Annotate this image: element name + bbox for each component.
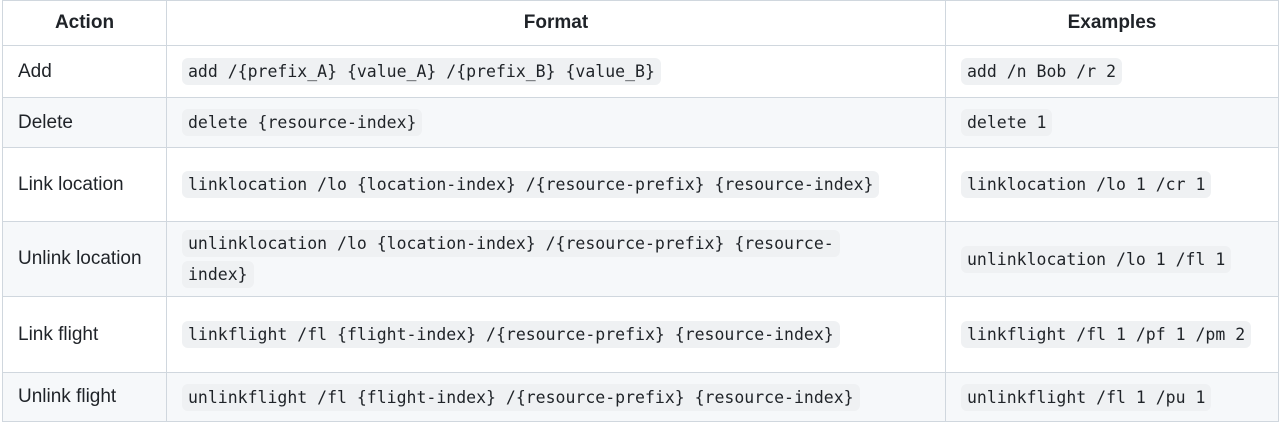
table-header: Action Format Examples — [2, 0, 1279, 46]
action-cell: Link location — [2, 147, 167, 222]
example-code: linkflight /fl 1 /pf 1 /pm 2 — [961, 321, 1252, 348]
header-examples: Examples — [945, 0, 1279, 46]
table-row: Unlink flight unlinkflight /fl {flight-i… — [2, 372, 1279, 422]
format-code: linklocation /lo {location-index} /{reso… — [182, 171, 880, 198]
header-row: Action Format Examples — [2, 0, 1279, 46]
action-cell: Delete — [2, 97, 167, 148]
example-cell: unlinklocation /lo 1 /fl 1 — [945, 221, 1279, 297]
header-format: Format — [166, 0, 946, 46]
example-code: add /n Bob /r 2 — [961, 58, 1123, 85]
format-code: unlinklocation /lo {location-index} /{re… — [182, 230, 840, 288]
format-code: unlinkflight /fl {flight-index} /{resour… — [182, 383, 860, 411]
table-row: Add add /{prefix_A} {value_A} /{prefix_B… — [2, 45, 1279, 98]
table-row: Link flight linkflight /fl {flight-index… — [2, 296, 1279, 373]
example-cell: linklocation /lo 1 /cr 1 — [945, 147, 1279, 222]
format-cell: linklocation /lo {location-index} /{reso… — [166, 147, 946, 222]
table-row: Link location linklocation /lo {location… — [2, 147, 1279, 222]
example-code: delete 1 — [961, 109, 1053, 136]
format-cell: add /{prefix_A} {value_A} /{prefix_B} {v… — [166, 45, 946, 98]
example-code: unlinklocation /lo 1 /fl 1 — [961, 245, 1232, 273]
format-cell: unlinkflight /fl {flight-index} /{resour… — [166, 372, 946, 422]
example-code: linklocation /lo 1 /cr 1 — [961, 171, 1212, 198]
example-cell: add /n Bob /r 2 — [945, 45, 1279, 98]
format-code: add /{prefix_A} {value_A} /{prefix_B} {v… — [182, 58, 661, 85]
format-code: delete {resource-index} — [182, 109, 423, 136]
table-body: Add add /{prefix_A} {value_A} /{prefix_B… — [2, 45, 1279, 422]
format-cell: unlinklocation /lo {location-index} /{re… — [166, 221, 946, 297]
table-row: Delete delete {resource-index} delete 1 — [2, 97, 1279, 148]
format-code: linkflight /fl {flight-index} /{resource… — [182, 321, 840, 348]
format-cell: delete {resource-index} — [166, 97, 946, 148]
example-cell: unlinkflight /fl 1 /pu 1 — [945, 372, 1279, 422]
action-cell: Unlink location — [2, 221, 167, 297]
example-cell: linkflight /fl 1 /pf 1 /pm 2 — [945, 296, 1279, 373]
action-cell: Unlink flight — [2, 372, 167, 422]
example-code: unlinkflight /fl 1 /pu 1 — [961, 383, 1212, 411]
action-cell: Link flight — [2, 296, 167, 373]
format-cell: linkflight /fl {flight-index} /{resource… — [166, 296, 946, 373]
table-row: Unlink location unlinklocation /lo {loca… — [2, 221, 1279, 297]
action-cell: Add — [2, 45, 167, 98]
command-summary-table: Action Format Examples Add add /{prefix_… — [2, 0, 1279, 422]
header-action: Action — [2, 0, 167, 46]
example-cell: delete 1 — [945, 97, 1279, 148]
